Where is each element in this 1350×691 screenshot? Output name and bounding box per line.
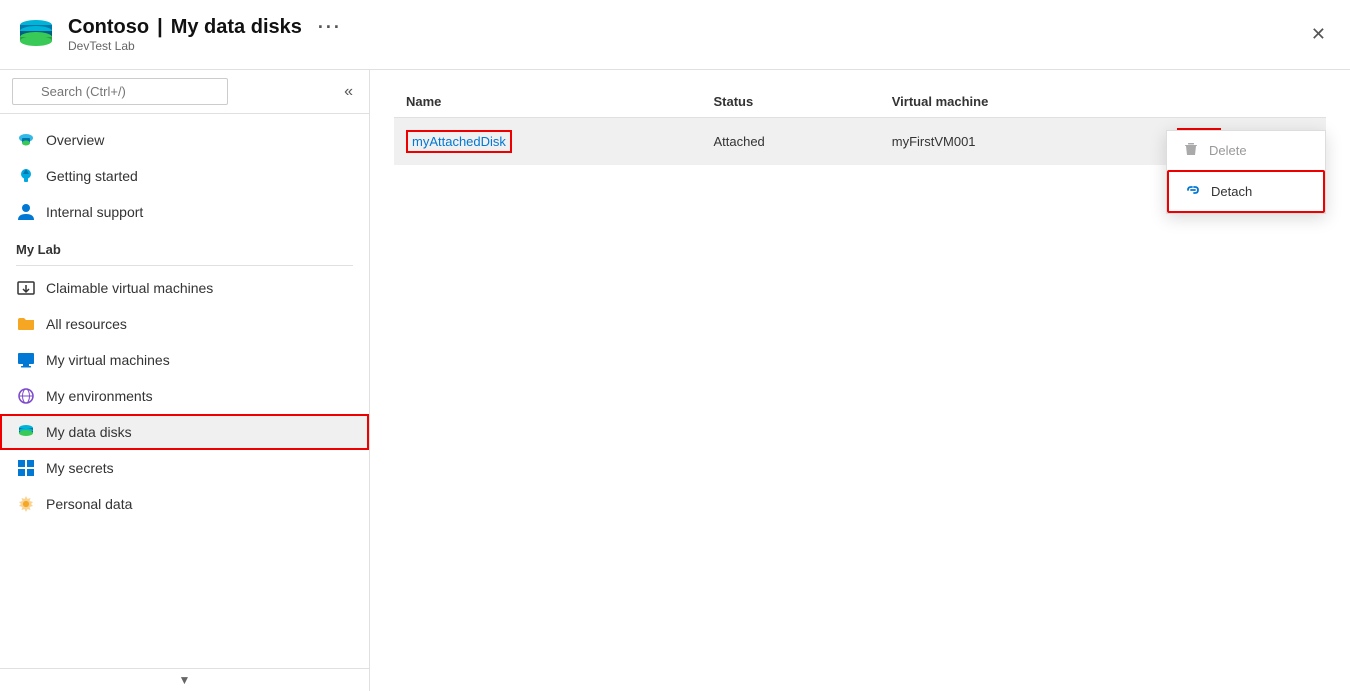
sidebar-item-all-resources-label: All resources: [46, 316, 127, 332]
context-menu-detach[interactable]: Detach: [1167, 170, 1325, 213]
sidebar-item-claimable-vms[interactable]: Claimable virtual machines: [0, 270, 369, 306]
monitor-icon: [16, 350, 36, 370]
page-title: Contoso | My data disks ···: [68, 16, 342, 39]
my-lab-divider: [16, 265, 353, 266]
sidebar-item-my-secrets[interactable]: My secrets: [0, 450, 369, 486]
rocket-icon: [16, 166, 36, 186]
download-box-icon: [16, 278, 36, 298]
sidebar: 🔍 « Overview: [0, 70, 370, 691]
header-subtitle: DevTest Lab: [68, 39, 342, 53]
header-ellipsis-button[interactable]: ···: [318, 17, 342, 38]
column-header-name: Name: [394, 86, 701, 118]
sidebar-item-all-resources[interactable]: All resources: [0, 306, 369, 342]
page-name: My data disks: [171, 16, 302, 39]
disk-status-cell: Attached: [701, 118, 879, 165]
sidebar-item-my-environments-label: My environments: [46, 388, 153, 404]
cloud-upload-icon: [16, 130, 36, 150]
scroll-down-arrow[interactable]: ▼: [179, 673, 191, 687]
sidebar-scroll-indicator: ▼: [0, 668, 369, 691]
link-break-icon: [1185, 182, 1201, 201]
disk-name-cell: myAttachedDisk: [394, 118, 701, 165]
context-menu-detach-label: Detach: [1211, 184, 1252, 199]
sidebar-item-my-data-disks-label: My data disks: [46, 424, 132, 440]
gear-icon: [16, 494, 36, 514]
person-icon: [16, 202, 36, 222]
secrets-icon: [16, 458, 36, 478]
column-header-status: Status: [701, 86, 879, 118]
search-wrapper: 🔍: [12, 78, 332, 105]
sidebar-item-my-vms[interactable]: My virtual machines: [0, 342, 369, 378]
sidebar-item-personal-data-label: Personal data: [46, 496, 132, 512]
title-separator: |: [157, 16, 163, 39]
sidebar-item-claimable-vms-label: Claimable virtual machines: [46, 280, 213, 296]
my-lab-section-label: My Lab: [0, 230, 369, 261]
sidebar-item-overview[interactable]: Overview: [0, 122, 369, 158]
folder-icon: [16, 314, 36, 334]
header: Contoso | My data disks ··· DevTest Lab …: [0, 0, 1350, 70]
sidebar-item-internal-support-label: Internal support: [46, 204, 143, 220]
context-menu-delete[interactable]: Delete: [1167, 131, 1325, 170]
context-menu: Delete Detach: [1166, 130, 1326, 214]
sidebar-item-my-data-disks[interactable]: My data disks: [0, 414, 369, 450]
disks-icon: [16, 422, 36, 442]
contoso-logo: [16, 15, 56, 55]
main-layout: 🔍 « Overview: [0, 70, 1350, 691]
sidebar-item-getting-started[interactable]: Getting started: [0, 158, 369, 194]
disk-vm-cell: myFirstVM001: [880, 118, 1165, 165]
disk-name-link[interactable]: myAttachedDisk: [406, 130, 512, 153]
context-menu-delete-label: Delete: [1209, 143, 1247, 158]
trash-icon: [1183, 141, 1199, 160]
sidebar-item-my-secrets-label: My secrets: [46, 460, 114, 476]
sidebar-item-personal-data[interactable]: Personal data: [0, 486, 369, 522]
column-header-actions: [1165, 86, 1326, 118]
collapse-sidebar-button[interactable]: «: [340, 79, 357, 105]
sidebar-item-getting-started-label: Getting started: [46, 168, 138, 184]
sidebar-nav: Overview Getting started: [0, 114, 369, 668]
resource-name: Contoso: [68, 16, 149, 39]
sidebar-item-overview-label: Overview: [46, 132, 104, 148]
globe-icon: [16, 386, 36, 406]
sidebar-search-row: 🔍 «: [0, 70, 369, 114]
column-header-vm: Virtual machine: [880, 86, 1165, 118]
search-input[interactable]: [12, 78, 228, 105]
sidebar-item-my-vms-label: My virtual machines: [46, 352, 170, 368]
sidebar-item-my-environments[interactable]: My environments: [0, 378, 369, 414]
header-title-block: Contoso | My data disks ··· DevTest Lab: [68, 16, 342, 53]
close-button[interactable]: ✕: [1303, 20, 1334, 49]
sidebar-item-internal-support[interactable]: Internal support: [0, 194, 369, 230]
content-area: Name Status Virtual machine myAttachedDi…: [370, 70, 1350, 691]
